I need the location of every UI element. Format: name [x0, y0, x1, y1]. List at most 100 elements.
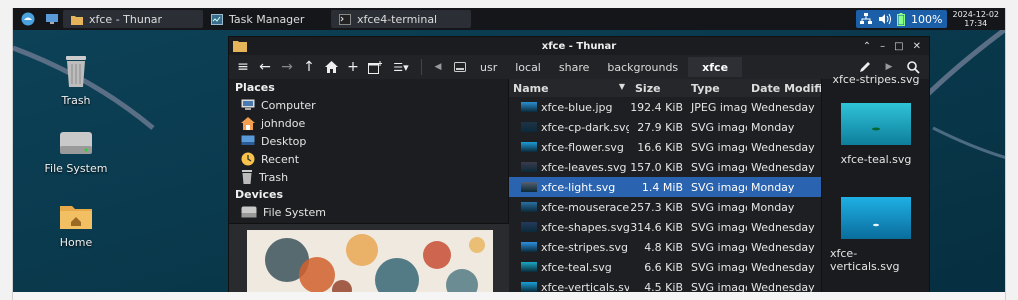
clock[interactable]: 2024-12-02 17:34: [953, 10, 1000, 28]
file-name: xfce-flower.svg: [541, 140, 624, 154]
file-date: Wednesday: [751, 240, 815, 254]
icon-item[interactable]: xfce-verticals.svg: [830, 197, 922, 273]
file-type: JPEG image: [691, 100, 747, 114]
pencil-icon: [860, 62, 870, 72]
taskbar-item-thunar[interactable]: xfce - Thunar: [63, 10, 203, 28]
sidebar-item-home[interactable]: johndoe: [229, 114, 508, 132]
image-thumbnail: [841, 197, 911, 239]
icon-item[interactable]: xfce-teal.svg: [830, 103, 922, 166]
file-name: xfce-shapes.svg: [541, 220, 629, 234]
icon-item[interactable]: xfce-stripes.svg: [830, 73, 922, 86]
breadcrumb-local[interactable]: local: [507, 57, 549, 77]
file-name-cell: xfce-mouserace.svg: [509, 201, 629, 214]
desktop-icon-label: File System: [44, 162, 108, 175]
file-name: xfce-cp-dark.svg: [541, 120, 629, 134]
taskbar-label: Task Manager: [229, 12, 305, 26]
network-icon: [860, 13, 873, 24]
new-tab-button[interactable]: +: [343, 57, 363, 77]
toolbar: ≡ ← → ↑ + ☰▾ ◀ usr local share backgroun…: [229, 55, 929, 79]
minimize-button[interactable]: –: [880, 41, 885, 52]
file-size: 157.0 KiB: [630, 160, 683, 174]
file-thumbnail-icon: [521, 222, 537, 232]
table-row[interactable]: xfce-cp-dark.svg 27.9 KiB SVG image Monday: [509, 117, 821, 137]
file-size: 314.6 KiB: [630, 220, 683, 234]
close-button[interactable]: ✕: [913, 41, 921, 52]
crumb-scroll-left[interactable]: ◀: [428, 57, 448, 77]
menu-button[interactable]: ≡: [233, 57, 253, 77]
trash-icon: [66, 56, 86, 87]
sidebar-item-desktop[interactable]: Desktop: [229, 132, 508, 150]
file-name: xfce-stripes.svg: [541, 240, 628, 254]
new-window-button[interactable]: [365, 57, 385, 77]
table-row[interactable]: xfce-stripes.svg 4.8 KiB SVG image Wednesda…: [509, 237, 821, 257]
back-button[interactable]: ←: [255, 57, 275, 77]
maximize-button[interactable]: □: [894, 41, 903, 52]
sidebar-item-trash[interactable]: Trash: [229, 168, 508, 186]
sort-desc-icon: ▼: [618, 81, 625, 91]
column-type[interactable]: Type: [687, 82, 747, 95]
folder-icon: [71, 15, 83, 25]
details-view: Name ▼ Size Type Date Modified xfce-blue…: [509, 79, 821, 299]
top-panel: xfce - Thunar Task Manager xfce4-termina…: [13, 8, 1005, 30]
sidebar-item-recent[interactable]: Recent: [229, 150, 508, 168]
file-size: 192.4 KiB: [630, 100, 683, 114]
desktop-icon: [46, 14, 58, 24]
sidebar-item-file-system[interactable]: File System: [229, 203, 508, 221]
desktop-icon-file-system[interactable]: File System: [21, 130, 131, 175]
view-mode-button[interactable]: ☰▾: [387, 57, 415, 77]
file-name-cell: xfce-flower.svg: [509, 141, 629, 154]
xfce-logo-icon: [21, 12, 35, 26]
file-date: Wednesday: [751, 140, 815, 154]
show-desktop-button[interactable]: [43, 10, 61, 28]
table-row[interactable]: xfce-light.svg 1.4 MiB SVG image Monday: [509, 177, 821, 197]
table-row[interactable]: xfce-shapes.svg 314.6 KiB SVG image Wednesd…: [509, 217, 821, 237]
applications-menu-button[interactable]: [19, 10, 37, 28]
file-date: Wednesday: [751, 260, 815, 274]
table-row[interactable]: xfce-mouserace.svg257.3 KiB SVG image Mond…: [509, 197, 821, 217]
desktop-icon-trash[interactable]: Trash: [21, 54, 131, 107]
taskbar-item-task-manager[interactable]: Task Manager: [203, 10, 331, 28]
file-thumbnail-icon: [521, 122, 537, 132]
tray-status-group[interactable]: 100%: [856, 10, 947, 28]
home-folder-icon: [60, 206, 92, 229]
sidebar-heading-places: Places: [235, 81, 275, 94]
forward-button[interactable]: →: [277, 57, 297, 77]
table-row[interactable]: xfce-teal.svg 6.6 KiB SVG image Wednesday: [509, 257, 821, 277]
home-button[interactable]: [321, 57, 341, 77]
file-type: SVG image: [691, 120, 747, 134]
taskbar-label: xfce4-terminal: [357, 12, 438, 26]
file-type: SVG image: [691, 140, 747, 154]
window-title: xfce - Thunar: [541, 40, 617, 52]
window-titlebar[interactable]: xfce - Thunar ⌃ – □ ✕: [229, 37, 929, 55]
column-size[interactable]: Size: [629, 82, 687, 95]
column-name-label: Name: [513, 81, 549, 95]
column-name[interactable]: Name ▼: [509, 82, 629, 95]
sidebar-item-computer[interactable]: Computer: [229, 96, 508, 114]
breadcrumb-xfce[interactable]: xfce: [688, 57, 743, 77]
recent-icon: [241, 152, 255, 166]
desktop-icon: [241, 135, 255, 145]
bottom-strip: [13, 292, 1005, 300]
table-row[interactable]: xfce-blue.jpg 192.4 KiB JPEG image Wednesda…: [509, 97, 821, 117]
file-thumbnail-icon: [521, 162, 537, 172]
up-button[interactable]: ↑: [299, 57, 319, 77]
shade-button[interactable]: ⌃: [863, 41, 871, 52]
table-row[interactable]: xfce-flower.svg 16.6 KiB SVG image Wednesda…: [509, 137, 821, 157]
table-row[interactable]: xfce-leaves.svg 157.0 KiB SVG image Wednesd…: [509, 157, 821, 177]
icon-item-label: xfce-verticals.svg: [830, 247, 900, 273]
desktop-icon-home[interactable]: Home: [21, 202, 131, 249]
drive-crumb[interactable]: [450, 57, 470, 77]
file-size: 1.4 MiB: [641, 180, 683, 194]
drive-icon: [454, 62, 466, 72]
breadcrumb-usr[interactable]: usr: [472, 57, 505, 77]
file-thumbnail-icon: [521, 262, 537, 272]
file-name: xfce-teal.svg: [541, 260, 612, 274]
file-name: xfce-blue.jpg: [541, 100, 613, 114]
file-name-cell: xfce-teal.svg: [509, 261, 629, 274]
breadcrumb-share[interactable]: share: [551, 57, 598, 77]
column-date[interactable]: Date Modified: [747, 82, 821, 95]
breadcrumb-backgrounds[interactable]: backgrounds: [599, 57, 686, 77]
file-name: xfce-leaves.svg: [541, 160, 627, 174]
taskbar-item-terminal[interactable]: xfce4-terminal: [331, 10, 471, 28]
system-tray: 100% 2024-12-02 17:34: [856, 8, 1005, 30]
